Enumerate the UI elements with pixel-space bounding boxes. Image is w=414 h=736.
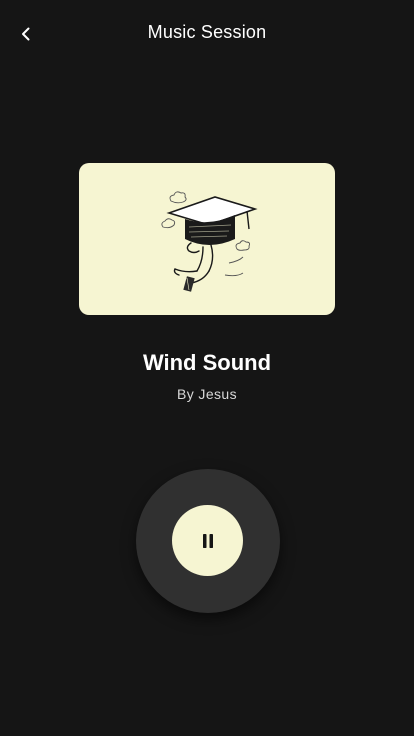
header: Music Session	[0, 0, 414, 66]
graduate-illustration	[161, 191, 258, 292]
track-artist: By Jesus	[177, 386, 237, 402]
page-title: Music Session	[147, 22, 267, 42]
pause-icon	[202, 533, 213, 548]
pause-button[interactable]	[172, 505, 243, 576]
track-title: Wind Sound	[142, 350, 272, 375]
track-artwork	[79, 163, 335, 315]
